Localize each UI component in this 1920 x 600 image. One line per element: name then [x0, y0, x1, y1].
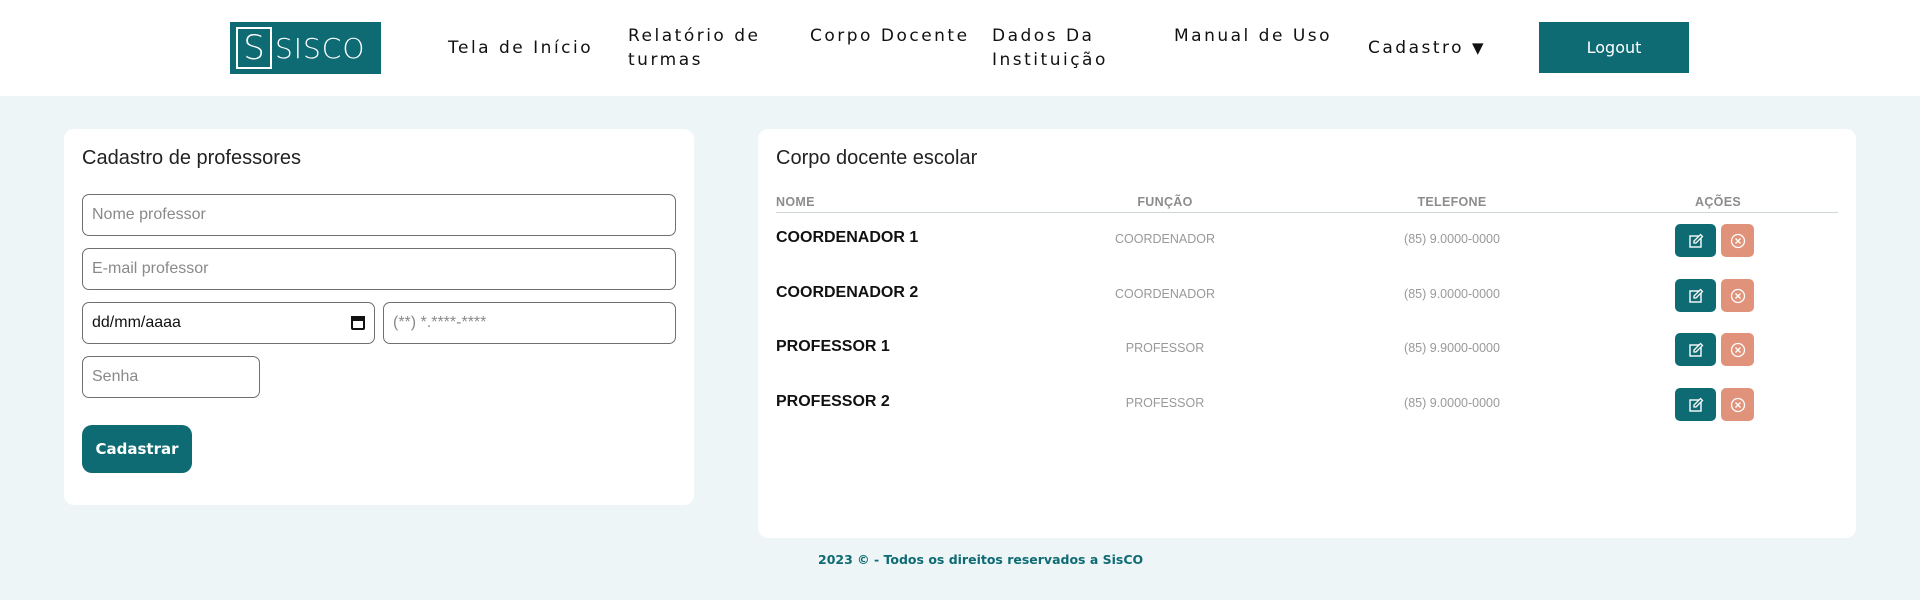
- nome-professor-input[interactable]: Nome professor: [82, 194, 676, 236]
- teacher-form-card: Cadastro de professores Nome professor E…: [64, 129, 694, 505]
- table-row: COORDENADOR 1 COORDENADOR (85) 9.0000-00…: [758, 215, 1856, 265]
- header-acoes: AÇÕES: [1695, 195, 1741, 209]
- nome-placeholder: Nome professor: [92, 206, 206, 223]
- table-row: PROFESSOR 1 PROFESSOR (85) 9.9000-0000: [758, 324, 1856, 374]
- row-nome: COORDENADOR 1: [776, 229, 919, 246]
- nav-cadastro-dropdown[interactable]: Cadastro ▼: [1368, 36, 1484, 60]
- row-funcao: PROFESSOR: [1125, 341, 1205, 355]
- row-nome: PROFESSOR 1: [776, 338, 890, 355]
- logo-letter: S: [236, 27, 272, 69]
- edit-icon: [1688, 342, 1703, 357]
- close-circle-icon: [1730, 342, 1745, 357]
- sisco-logo[interactable]: S SISCO: [230, 22, 381, 74]
- row-telefone: (85) 9.9000-0000: [1404, 341, 1500, 355]
- close-circle-icon: [1730, 288, 1745, 303]
- nav-corpo-docente[interactable]: Corpo Docente: [810, 24, 970, 48]
- row-funcao: COORDENADOR: [1114, 287, 1215, 301]
- nav-home[interactable]: Tela de Início: [448, 36, 593, 60]
- delete-button[interactable]: [1721, 333, 1754, 366]
- calendar-icon[interactable]: [351, 316, 365, 330]
- nav-cadastro-label: Cadastro: [1368, 38, 1465, 58]
- logo-text: SISCO: [275, 31, 366, 65]
- row-funcao: COORDENADOR: [1114, 232, 1215, 246]
- top-navbar: S SISCO Tela de Início Relatório de turm…: [0, 0, 1920, 96]
- header-nome: NOME: [776, 195, 815, 209]
- row-nome: PROFESSOR 2: [776, 393, 890, 410]
- form-title: Cadastro de professores: [82, 147, 302, 169]
- edit-button[interactable]: [1675, 388, 1716, 421]
- table-row: COORDENADOR 2 COORDENADOR (85) 9.0000-00…: [758, 270, 1856, 320]
- email-professor-input[interactable]: E-mail professor: [82, 248, 676, 290]
- delete-button[interactable]: [1721, 388, 1754, 421]
- email-placeholder: E-mail professor: [92, 260, 209, 277]
- row-telefone: (85) 9.0000-0000: [1404, 232, 1500, 246]
- birthdate-input[interactable]: dd/mm/aaaa: [82, 302, 375, 344]
- telefone-input[interactable]: (**) *.****-****: [383, 302, 676, 344]
- edit-button[interactable]: [1675, 333, 1716, 366]
- date-value: dd/mm/aaaa: [92, 314, 181, 331]
- senha-placeholder: Senha: [92, 368, 139, 385]
- caret-down-icon: ▼: [1472, 39, 1484, 57]
- row-funcao: PROFESSOR: [1125, 396, 1205, 410]
- telefone-placeholder: (**) *.****-****: [393, 314, 487, 331]
- nav-dados-instituicao[interactable]: Dados Da Instituição: [992, 24, 1152, 72]
- cadastrar-button[interactable]: Cadastrar: [82, 425, 192, 473]
- edit-icon: [1688, 233, 1703, 248]
- edit-icon: [1688, 397, 1703, 412]
- header-telefone: TELEFONE: [1417, 195, 1487, 209]
- row-nome: COORDENADOR 2: [776, 284, 919, 301]
- delete-button[interactable]: [1721, 279, 1754, 312]
- edit-button[interactable]: [1675, 224, 1716, 257]
- logout-button[interactable]: Logout: [1539, 22, 1689, 73]
- senha-input[interactable]: Senha: [82, 356, 260, 398]
- edit-button[interactable]: [1675, 279, 1716, 312]
- header-divider: [776, 212, 1838, 213]
- teachers-list-card: Corpo docente escolar NOME FUNÇÃO TELEFO…: [758, 129, 1856, 538]
- list-title: Corpo docente escolar: [776, 147, 978, 169]
- edit-icon: [1688, 288, 1703, 303]
- nav-manual-uso[interactable]: Manual de Uso: [1174, 24, 1334, 48]
- row-telefone: (85) 9.0000-0000: [1404, 396, 1500, 410]
- table-row: PROFESSOR 2 PROFESSOR (85) 9.0000-0000: [758, 379, 1856, 429]
- close-circle-icon: [1730, 233, 1745, 248]
- footer-copyright: 2023 © - Todos os direitos reservados a …: [818, 552, 1144, 567]
- delete-button[interactable]: [1721, 224, 1754, 257]
- row-telefone: (85) 9.0000-0000: [1404, 287, 1500, 301]
- close-circle-icon: [1730, 397, 1745, 412]
- header-funcao: FUNÇÃO: [1137, 195, 1193, 209]
- nav-relatorio-turmas[interactable]: Relatório de turmas: [628, 24, 788, 72]
